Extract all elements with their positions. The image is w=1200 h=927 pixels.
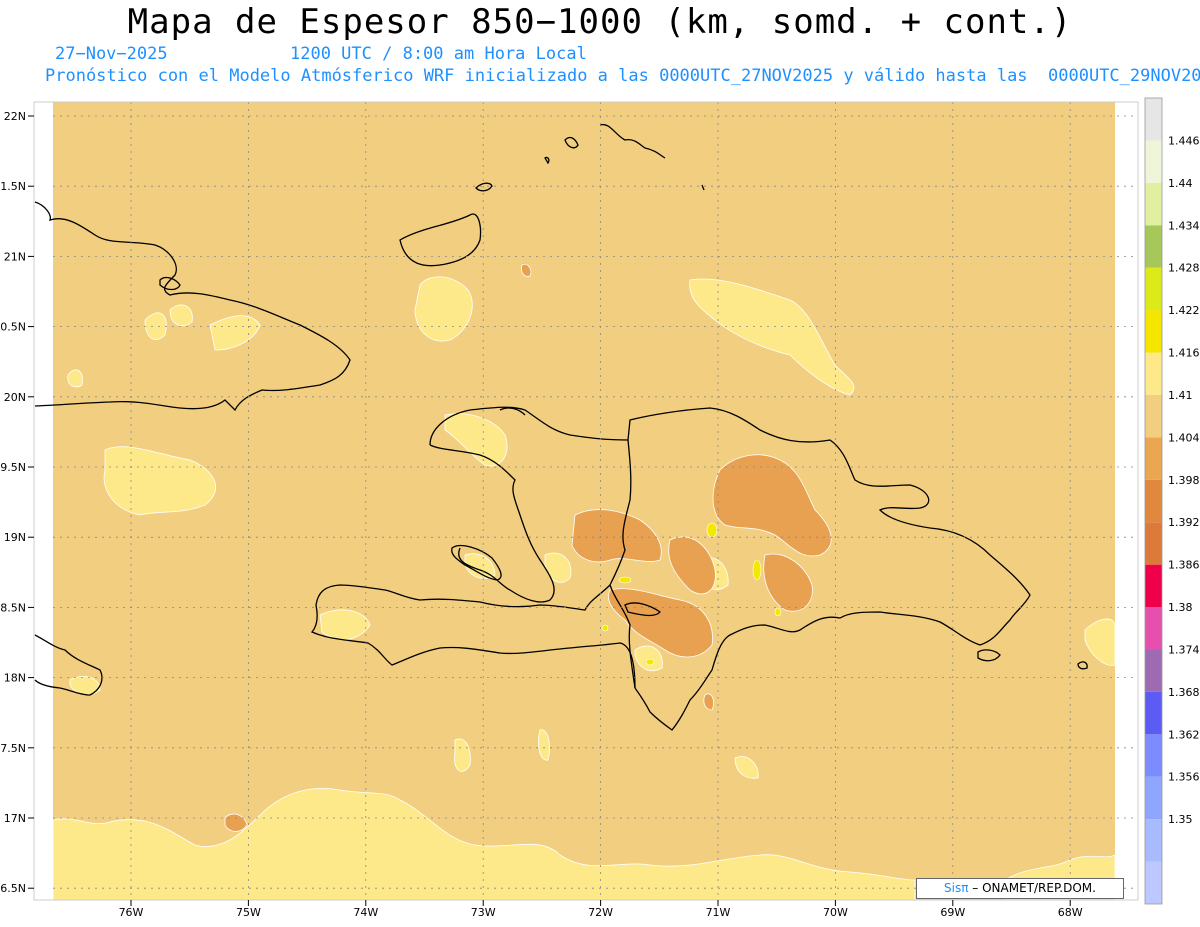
colorbar-segment	[1145, 310, 1162, 353]
yellow-core-5	[601, 624, 609, 632]
lon-tick-label: 74W	[353, 906, 378, 919]
colorbar-segment	[1145, 734, 1162, 777]
credit-text: – ONAMET/REP.DOM.	[968, 881, 1096, 895]
colorbar-segment	[1145, 691, 1162, 735]
yellow-core-4	[618, 576, 632, 584]
lon-tick-label: 69W	[940, 906, 965, 919]
colorbar-segment	[1145, 564, 1162, 608]
longitude-labels: 76W 75W 74W 73W 72W 71W 70W 69W 68W	[119, 900, 1083, 919]
colorbar-label: 1.398	[1168, 474, 1200, 487]
lat-tick-label: 0.5N	[0, 321, 26, 334]
colorbar-label: 1.404	[1168, 431, 1200, 444]
yellow-core-3	[774, 607, 782, 617]
lat-tick-label: 7.5N	[0, 742, 26, 755]
lon-tick-label: 73W	[471, 906, 496, 919]
map-field	[53, 102, 1115, 900]
colorbar-segment	[1145, 479, 1162, 523]
lat-tick-label: 21N	[4, 250, 26, 263]
colorbar-label: 1.368	[1168, 686, 1200, 699]
lat-tick-label: 18N	[4, 672, 26, 685]
colorbar: 1.35 1.356 1.362 1.368 1.374 1.38 1.386 1.392 1.…	[1144, 97, 1200, 905]
colorbar-label: 1.416	[1168, 347, 1200, 360]
lon-tick-label: 75W	[236, 906, 261, 919]
yellow-patch-west-cuba	[67, 369, 83, 388]
lat-tick-label: 17N	[4, 812, 26, 825]
yellow-core-6	[645, 658, 655, 666]
colorbar-segment	[1145, 649, 1162, 692]
colorbar-label: 1.362	[1168, 728, 1200, 741]
colorbar-label: 1.35	[1168, 813, 1193, 826]
lat-tick-label: 19N	[4, 531, 26, 544]
credit-box: Sisπ – ONAMET/REP.DOM.	[916, 878, 1124, 899]
colorbar-label: 1.41	[1168, 389, 1193, 402]
colorbar-segment	[1145, 182, 1162, 226]
colorbar-label: 1.428	[1168, 262, 1200, 275]
colorbar-label: 1.38	[1168, 601, 1193, 614]
lat-tick-label: 8.5N	[0, 601, 26, 614]
colorbar-segment	[1145, 140, 1162, 183]
colorbar-segment	[1145, 607, 1162, 650]
latitude-labels: 22N 1.5N 21N 0.5N 20N 9.5N 19N 8.5N 18N 7.5N 17N 6.…	[0, 110, 34, 895]
colorbar-label: 1.44	[1168, 177, 1193, 190]
lon-tick-label: 71W	[706, 906, 731, 919]
colorbar-segment	[1145, 819, 1162, 862]
lat-tick-label: 1.5N	[0, 180, 26, 193]
lat-tick-label: 22N	[4, 110, 26, 123]
colorbar-segment	[1145, 776, 1162, 820]
lat-tick-label: 9.5N	[0, 461, 26, 474]
colorbar-segment	[1145, 267, 1162, 311]
colorbar-label: 1.356	[1168, 771, 1200, 784]
credit-brand: Sisπ	[944, 881, 969, 895]
yellow-core-2	[752, 559, 762, 581]
lat-tick-label: 20N	[4, 391, 26, 404]
colorbar-segment	[1145, 861, 1162, 904]
colorbar-label: 1.446	[1168, 134, 1200, 147]
colorbar-label: 1.374	[1168, 643, 1200, 656]
lon-tick-label: 72W	[588, 906, 613, 919]
colorbar-segment	[1145, 394, 1162, 438]
colorbar-label: 1.434	[1168, 219, 1200, 232]
colorbar-segment	[1145, 522, 1162, 565]
colorbar-segment	[1145, 98, 1162, 141]
lon-tick-label: 70W	[823, 906, 848, 919]
lon-tick-label: 76W	[119, 906, 144, 919]
yellow-core-1	[706, 522, 718, 538]
lat-tick-label: 6.5N	[0, 882, 26, 895]
colorbar-segment	[1145, 225, 1162, 268]
colorbar-label: 1.392	[1168, 516, 1200, 529]
lon-tick-label: 68W	[1058, 906, 1083, 919]
colorbar-label: 1.422	[1168, 304, 1200, 317]
colorbar-segment	[1145, 437, 1162, 480]
colorbar-segment	[1145, 352, 1162, 395]
thickness-map: 22N 1.5N 21N 0.5N 20N 9.5N 19N 8.5N 18N 7.5N 17N 6.…	[0, 97, 1200, 919]
colorbar-label: 1.386	[1168, 559, 1200, 572]
